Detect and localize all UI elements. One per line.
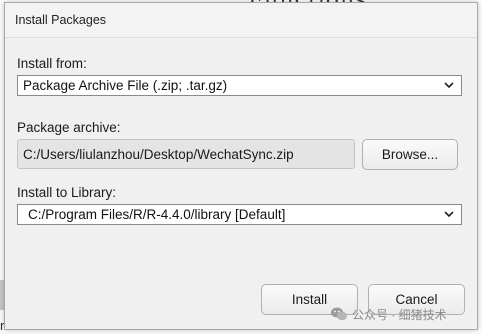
wechat-icon (331, 307, 347, 321)
chevron-down-icon (444, 211, 454, 218)
package-archive-label: Package archive: (17, 120, 121, 135)
package-archive-field[interactable]: C:/Users/liulanzhou/Desktop/WechatSync.z… (17, 139, 355, 169)
install-packages-dialog: Install Packages Install from: Package A… (4, 2, 478, 330)
browse-button[interactable]: Browse... (362, 139, 458, 170)
install-from-value: Package Archive File (.zip; .tar.gz) (23, 78, 228, 93)
watermark: 公众号 · 细猪技术 (330, 305, 447, 323)
dialog-titlebar[interactable]: Install Packages (5, 3, 477, 38)
install-from-select[interactable]: Package Archive File (.zip; .tar.gz) (17, 75, 462, 96)
install-to-library-select[interactable]: C:/Program Files/R/R-4.4.0/library [Defa… (17, 204, 462, 225)
watermark-text: 公众号 · 细猪技术 (352, 307, 447, 322)
dialog-title: Install Packages (15, 13, 107, 27)
package-archive-value: C:/Users/liulanzhou/Desktop/WechatSync.z… (23, 146, 294, 162)
install-to-library-value: C:/Program Files/R/R-4.4.0/library [Defa… (28, 207, 286, 222)
chevron-down-icon (444, 82, 454, 89)
install-to-library-label: Install to Library: (17, 185, 117, 200)
install-from-label: Install from: (17, 56, 87, 71)
